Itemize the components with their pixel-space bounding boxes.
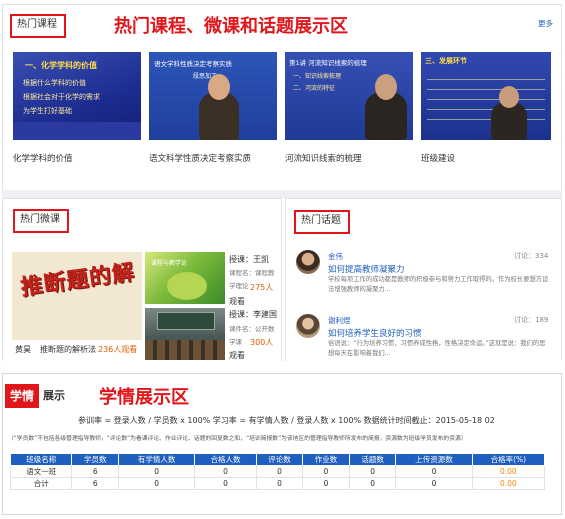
table-cell: 0 [395,477,473,490]
course-caption[interactable]: 河流知识线索的梳理 [285,152,362,164]
avatar[interactable] [296,314,320,338]
table-cell: 0.00 [471,477,546,490]
microcourse-thumbnail[interactable]: 课程与教学论 [145,252,225,304]
course-caption[interactable]: 班级建设 [421,152,455,164]
column-header[interactable]: 有学情人数 [117,453,196,466]
avatar[interactable] [296,250,320,274]
column-header[interactable]: 学员数 [71,453,119,466]
stats-section-title: 学情展示区 [99,387,189,408]
column-header[interactable]: 合格率(%) [471,453,546,466]
topic-discussion-count: 讨论：189 [514,316,549,324]
table-cell: 0 [395,465,473,478]
column-header[interactable]: 合格人数 [194,453,257,466]
more-link[interactable]: 更多 [538,18,553,29]
course-thumb-title: 第1讲 河流知识线索的梳理 [289,59,367,67]
microcourse-item-count: 275人 [250,283,274,292]
stats-formula: 参训率 = 登录人数 / 学员数 x 100% 学习率 = 有学情人数 / 登录… [78,416,495,425]
classroom-desks [145,340,225,360]
banner-text: 推断题的解 [19,260,137,301]
course-thumb-text: 二、河流的特征 [293,85,336,92]
microcourse-thumb-text: 课程与教学论 [151,260,188,267]
table-cell: 合计 [9,477,73,490]
microcourse-author: 黄昊 [15,345,31,354]
thumb-formula-lines [427,70,545,120]
course-thumbnail[interactable]: 三、发展环节 [421,52,551,140]
column-header[interactable]: 班级名称 [9,453,73,466]
table-cell: 语文一班 [9,465,73,478]
course-caption[interactable]: 化学学科的价值 [13,152,73,164]
table-cell: 0 [194,465,257,478]
table-row: 语文一班 6 0 0 0 0 0 0 0.00 [9,465,546,478]
microcourse-banner[interactable]: 推断题的解 [12,252,142,340]
table-row: 合计 6 0 0 0 0 0 0 0.00 [9,477,546,490]
stats-table: 班级名称 学员数 有学情人数 合格人数 评论数 作业数 话题数 上传资源数 合格… [9,453,546,490]
course-thumb-text: 为学生打好基础 [23,107,72,115]
courses-tag[interactable]: 热门课程 [10,14,66,38]
stats-tag-rest: 展示 [43,389,66,402]
stats-table-wrap: 班级名称 学员数 有学情人数 合格人数 评论数 作业数 话题数 上传资源数 合格… [9,453,546,490]
course-thumbnail[interactable]: 语文学科性质决定考察实质 段思加工 [149,52,277,140]
presenter-head [499,86,519,108]
courses-section-title: 热门课程、微课和话题展示区 [114,16,348,37]
microcourse-thumbnail[interactable] [145,308,225,360]
topic-title[interactable]: 如何培养学生良好的习惯 [328,327,422,339]
microcourse-view-count: 236人观看 [98,345,138,354]
microcourse-item-watch: 观看 [229,351,245,360]
table-cell: 0 [117,465,196,478]
topic-discussion-count: 讨论：334 [514,252,549,260]
divider [2,190,562,198]
course-thumb-title: 语文学科性质决定考察实质 [154,60,232,68]
topic-description: 学校每项工作的成功都是教师的积极参与和努力工作取得的。作为校长要想方设法增强教师… [328,276,549,293]
table-cell: 6 [71,477,119,490]
topic-description: 俗语说：“行为培养习惯，习惯养成性格，性格决定命运。”这就是说：我们的思想每天在… [328,340,546,357]
table-cell: 0 [302,465,350,478]
course-thumb-title: 一、化学学科的价值 [25,61,97,70]
microcourse-item-count: 300人 [250,338,274,347]
stats-tag-highlight: 学情 [5,384,40,408]
table-cell: 0 [255,465,304,478]
presenter-head [208,74,230,100]
course-thumb-stripe [13,122,141,140]
topic-user[interactable]: 金伟 [328,251,343,262]
presenter-head [375,74,397,100]
course-thumb-title: 三、发展环节 [425,57,467,65]
microcourse-item-author: 授课：李建国 [229,310,277,319]
table-cell: 0 [348,465,397,478]
microcourse-tag[interactable]: 热门微课 [13,209,69,233]
stats-tag[interactable]: 学情 展示 [5,384,69,408]
course-thumb-text: 根据什么学科的价值 [23,79,86,87]
microcourse-item-watch: 观看 [229,297,245,306]
microcourse-item-author: 授课：王凯 [229,255,269,264]
divider [2,361,562,372]
table-cell: 0 [302,477,350,490]
course-thumbnail[interactable]: 一、化学学科的价值 根据什么学科的价值 根据社会对于化学的需求 为学生打好基础 [13,52,141,140]
course-caption[interactable]: 语文科学性质决定考察实质 [149,152,251,164]
column-header[interactable]: 评论数 [255,453,304,466]
column-header[interactable]: 话题数 [348,453,397,466]
course-thumb-text: 一、知识线索梳理 [293,73,342,80]
table-cell: 6 [71,465,119,478]
course-thumbnail[interactable]: 第1讲 河流知识线索的梳理 一、知识线索梳理 二、河流的特征 [285,52,413,140]
microcourse-main-title[interactable]: 推断题的解析法 [40,344,96,355]
topic-title[interactable]: 如何提高教师凝聚力 [328,263,405,275]
table-cell: 0 [194,477,257,490]
table-cell: 0 [255,477,304,490]
column-header[interactable]: 作业数 [302,453,350,466]
topic-user[interactable]: 谢利煜 [328,315,351,326]
column-header[interactable]: 上传资源数 [395,453,473,466]
stats-note: （“学员数”不包括各级管理指导教师，“评论数”为看课评论、作业评论、话题的回复数… [8,436,467,442]
topics-tag[interactable]: 热门话题 [294,210,350,234]
table-cell: 0.00 [471,465,546,478]
course-thumb-text: 根据社会对于化学的需求 [23,93,100,101]
table-header-row: 班级名称 学员数 有学情人数 合格人数 评论数 作业数 话题数 上传资源数 合格… [9,453,546,466]
table-cell: 0 [117,477,196,490]
classroom-board [157,312,215,330]
stats-panel [2,373,562,515]
table-cell: 0 [348,477,397,490]
thumb-disc [167,272,207,300]
